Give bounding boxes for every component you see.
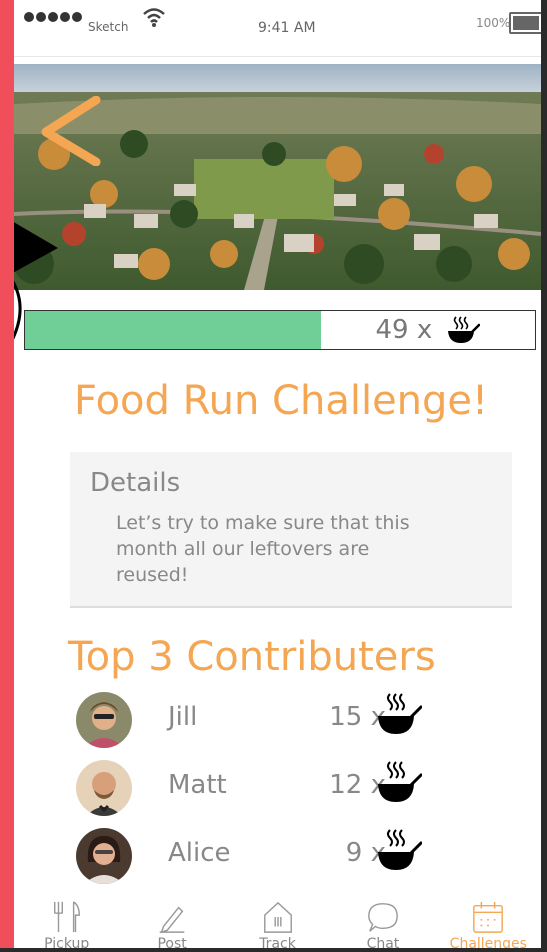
chat-bubble-icon bbox=[368, 903, 398, 932]
avatar bbox=[76, 760, 132, 816]
contributor-row[interactable]: Alice 9 x bbox=[76, 828, 506, 888]
tab-post[interactable]: Post bbox=[119, 892, 224, 952]
details-body: Let’s try to make sure that this month a… bbox=[116, 512, 410, 586]
tab-chat[interactable]: Chat bbox=[330, 892, 435, 952]
battery-icon bbox=[509, 12, 541, 34]
cooking-pot-icon bbox=[448, 316, 481, 343]
signal-dots-icon bbox=[24, 12, 82, 22]
wifi-icon bbox=[143, 8, 165, 27]
contributors-heading: Top 3 Contributers bbox=[68, 634, 436, 680]
back-chevron-icon[interactable] bbox=[38, 96, 102, 166]
challenge-progress-bar: 49 x bbox=[24, 310, 536, 350]
progress-fill bbox=[25, 311, 321, 349]
bottom-tab-bar: Pickup Post Track Chat Challenges bbox=[14, 892, 541, 952]
avatar bbox=[76, 692, 132, 748]
carrier-name: Sketch bbox=[88, 20, 129, 34]
cooking-pot-icon bbox=[378, 761, 422, 802]
status-bar: Sketch 9:41 AM 100% bbox=[14, 0, 541, 57]
cooking-pot-icon bbox=[378, 693, 422, 734]
challenge-title: Food Run Challenge! bbox=[74, 378, 489, 424]
tab-challenges[interactable]: Challenges bbox=[436, 892, 541, 952]
cooking-pot-icon bbox=[378, 829, 422, 870]
tab-pickup[interactable]: Pickup bbox=[14, 892, 119, 952]
avatar bbox=[76, 828, 132, 884]
contributor-name: Alice bbox=[168, 838, 231, 868]
contributor-row[interactable]: Matt 12 x bbox=[76, 760, 506, 820]
device-frame-bottom bbox=[0, 948, 547, 952]
home-icon bbox=[263, 901, 292, 933]
contributor-name: Jill bbox=[168, 702, 198, 732]
device-frame-right bbox=[541, 0, 547, 952]
tab-track[interactable]: Track bbox=[225, 892, 330, 952]
details-card: Details Let’s try to make sure that this… bbox=[70, 452, 512, 608]
calendar-icon bbox=[473, 901, 504, 933]
pencil-icon bbox=[159, 906, 185, 934]
app-screen: Sketch 9:41 AM 100% 49 x Food Run Challe… bbox=[14, 0, 541, 952]
progress-label: 49 x bbox=[321, 311, 535, 349]
battery-percent: 100% bbox=[476, 16, 511, 30]
utensils-icon bbox=[53, 901, 80, 933]
contributor-name: Matt bbox=[168, 770, 227, 800]
device-frame-left bbox=[0, 0, 14, 952]
details-heading: Details bbox=[90, 468, 181, 498]
contributor-row[interactable]: Jill 15 x bbox=[76, 692, 506, 752]
progress-count: 49 x bbox=[375, 315, 433, 345]
status-time: 9:41 AM bbox=[258, 20, 316, 36]
